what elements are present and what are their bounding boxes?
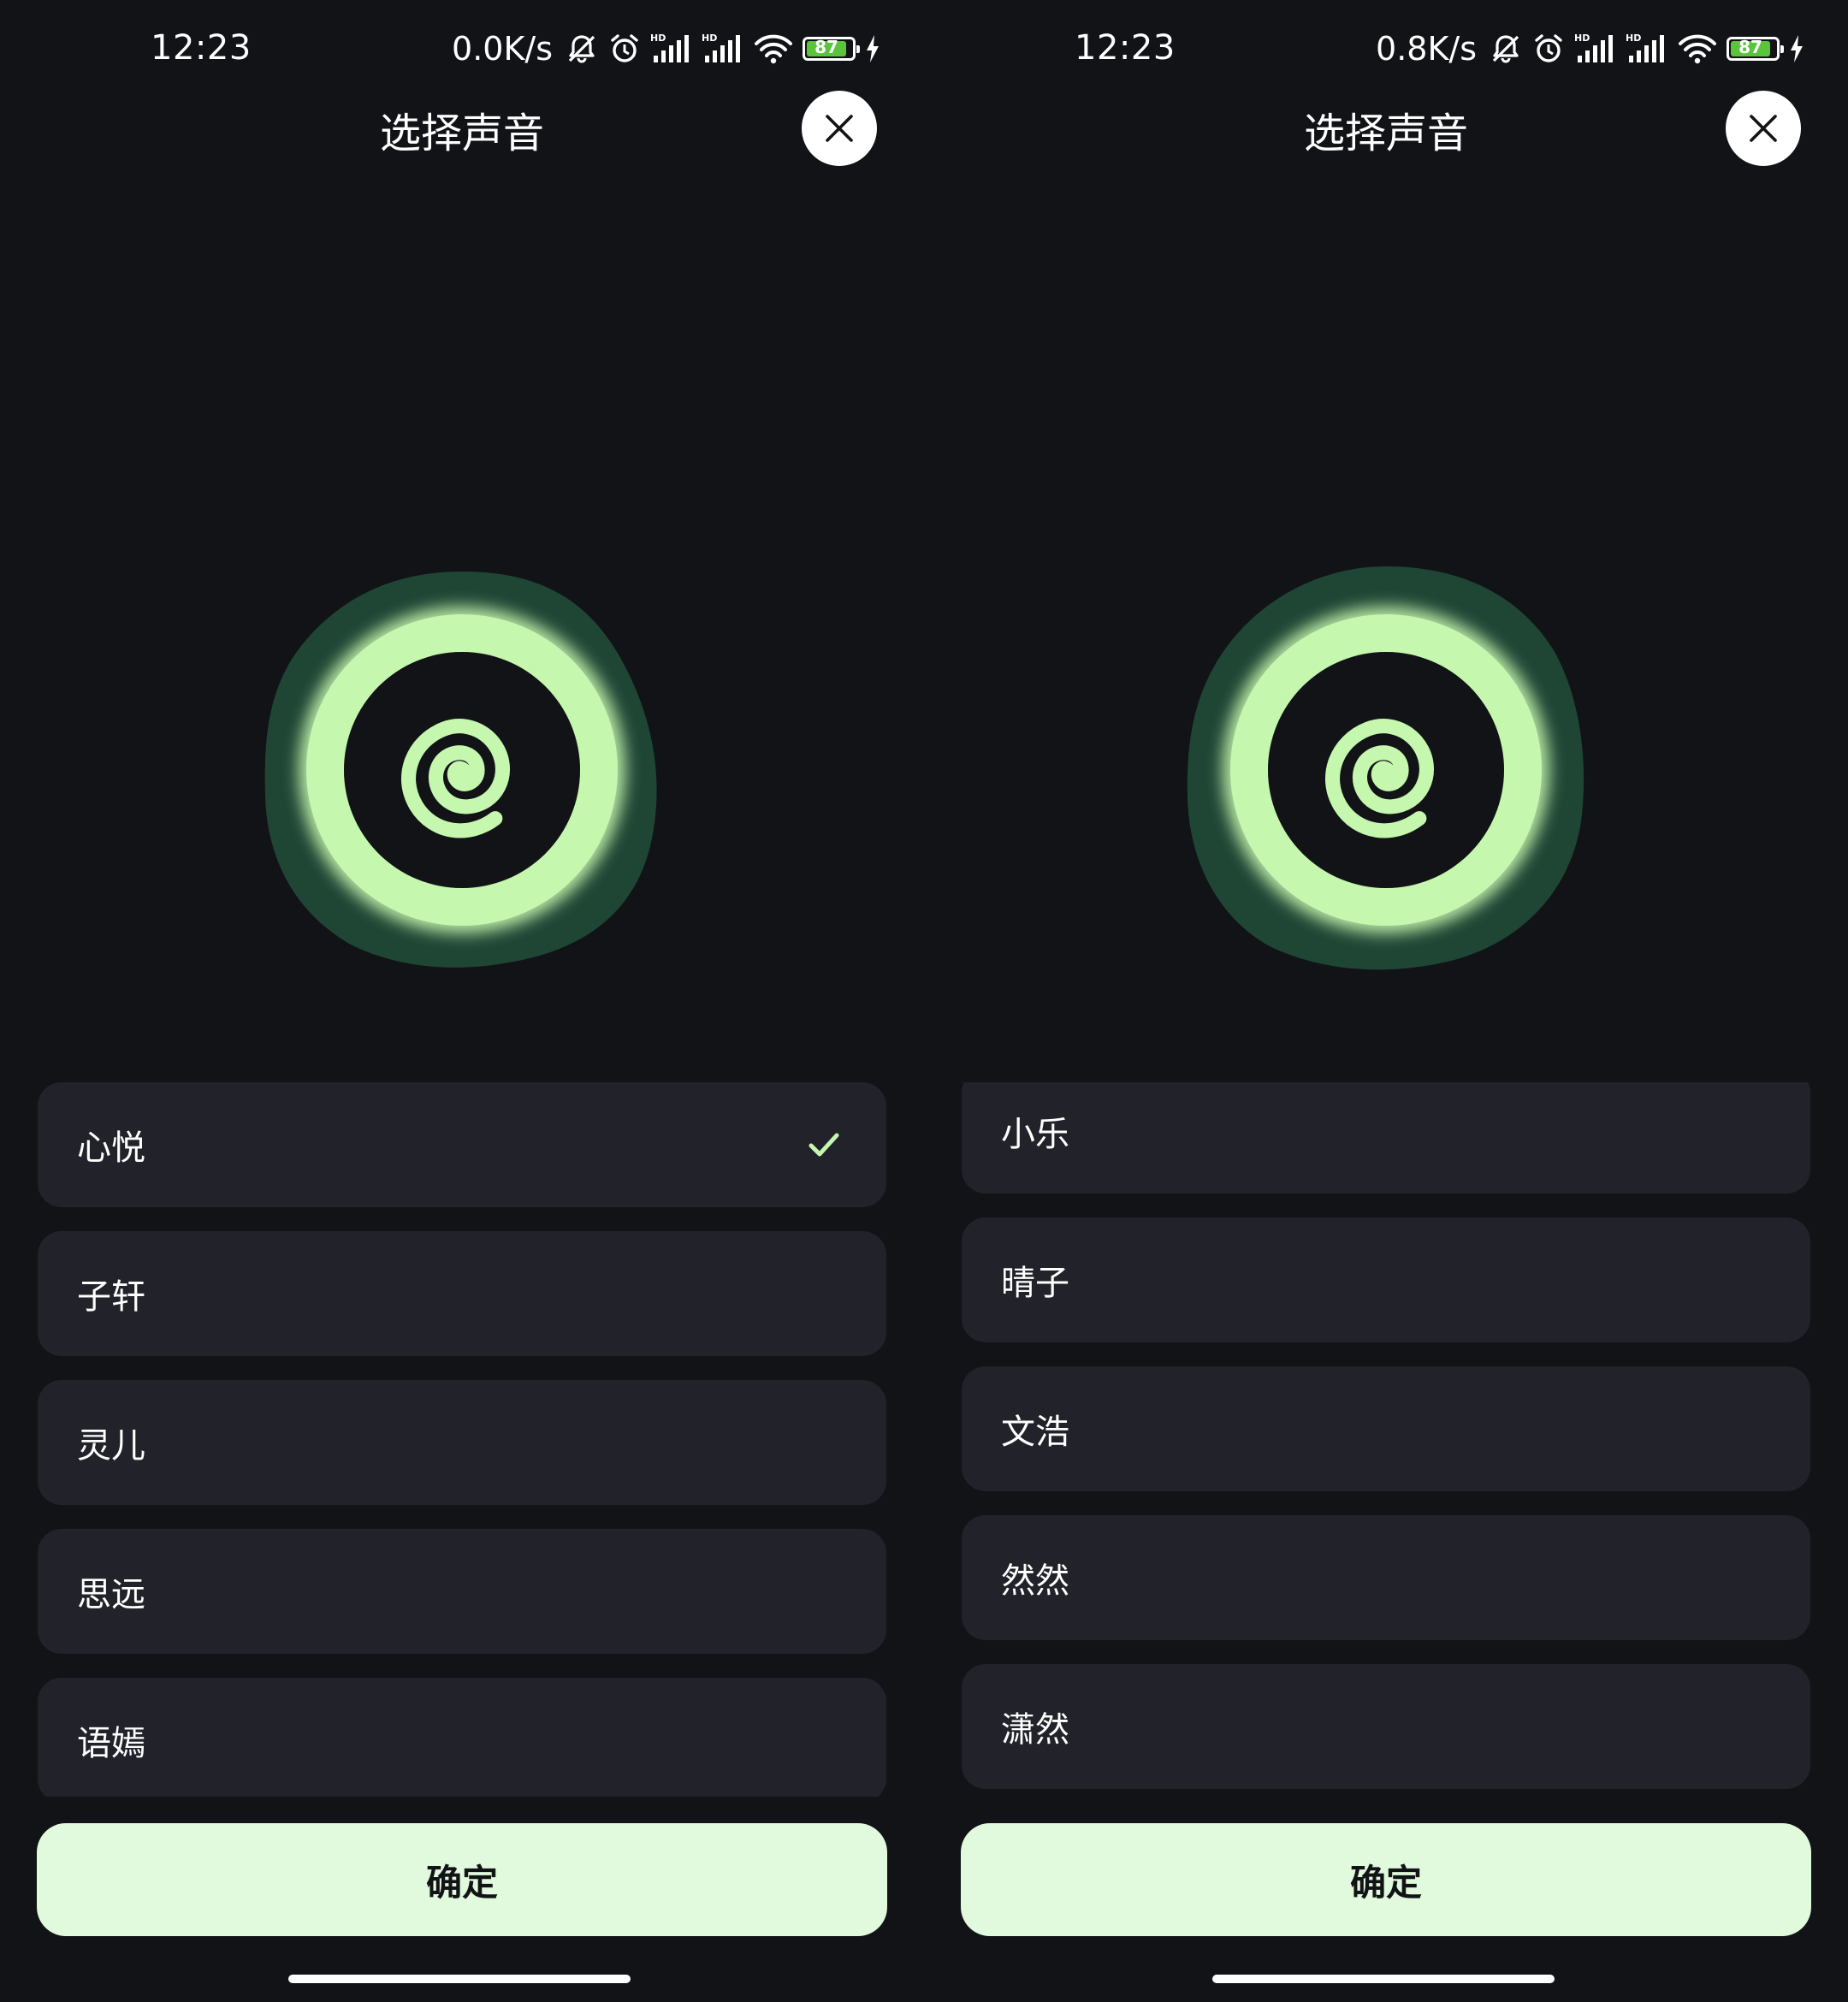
wifi-icon — [753, 32, 794, 66]
check-icon — [808, 1133, 839, 1157]
mute-icon — [1489, 32, 1523, 66]
page-title: 选择声音 — [379, 110, 544, 157]
hd-signal-icon: HD — [1574, 32, 1617, 66]
voice-option[interactable]: 灵儿 — [38, 1380, 886, 1505]
confirm-button[interactable]: 确定 — [961, 1823, 1811, 1936]
battery-level: 87 — [814, 37, 838, 57]
voice-option-label: 灵儿 — [77, 1426, 145, 1466]
battery-level: 87 — [1738, 37, 1762, 57]
voice-option[interactable]: 小乐 — [962, 1082, 1810, 1194]
voice-list-items: 小乐 晴子 文浩 然然 潇然 — [962, 1082, 1810, 1797]
alarm-icon — [1531, 32, 1566, 66]
status-time: 12:23 — [151, 28, 252, 68]
voice-option-selected[interactable]: 心悦 — [38, 1082, 886, 1207]
spiral-voice-icon — [1187, 566, 1584, 970]
voice-option-label: 潇然 — [1001, 1710, 1069, 1750]
confirm-button[interactable]: 确定 — [37, 1823, 887, 1936]
voice-option-label: 晴子 — [1001, 1264, 1069, 1303]
page-title: 选择声音 — [1303, 110, 1468, 157]
voice-option[interactable]: 文浩 — [962, 1366, 1810, 1491]
voice-option[interactable]: 语嫣 — [38, 1678, 886, 1797]
status-time: 12:23 — [1075, 28, 1176, 68]
voice-visualizer — [1181, 565, 1591, 975]
battery-icon: 87 — [1727, 37, 1784, 61]
home-indicator[interactable] — [288, 1975, 631, 1983]
close-button[interactable] — [1726, 91, 1801, 166]
voice-list-items: 心悦 子轩 灵儿 思远 语嫣 — [38, 1082, 886, 1797]
close-icon — [1750, 115, 1777, 142]
hd-signal-icon: HD — [650, 32, 693, 66]
spiral-voice-icon — [264, 572, 657, 968]
voice-picker-screen-left: 12:23 0.0K/s HD HD 87 选择声音 心悦 子轩 灵儿 思远 语… — [0, 0, 924, 2002]
wifi-icon — [1677, 32, 1718, 66]
charging-icon — [1788, 33, 1805, 64]
network-speed: 0.8K/s — [1376, 30, 1477, 68]
status-icons: 0.8K/s HD HD 87 — [1376, 27, 1805, 70]
voice-option[interactable]: 思远 — [38, 1529, 886, 1654]
close-button[interactable] — [802, 91, 877, 166]
svg-text:HD: HD — [1574, 33, 1590, 44]
voice-option[interactable]: 然然 — [962, 1515, 1810, 1640]
svg-text:HD: HD — [650, 33, 666, 44]
voice-option-label: 语嫣 — [77, 1724, 145, 1763]
voice-option-label: 思远 — [77, 1575, 145, 1614]
svg-text:HD: HD — [1626, 33, 1641, 44]
voice-option-label: 子轩 — [77, 1277, 145, 1317]
mute-icon — [565, 32, 599, 66]
voice-option-label: 然然 — [1001, 1561, 1069, 1601]
status-bar: 12:23 0.0K/s HD HD 87 — [0, 0, 924, 103]
close-icon — [826, 115, 853, 142]
voice-option-label: 小乐 — [1001, 1115, 1069, 1154]
alarm-icon — [607, 32, 642, 66]
hd-signal-icon: HD — [1626, 32, 1668, 66]
voice-visualizer — [257, 565, 667, 975]
charging-icon — [864, 33, 881, 64]
voice-list[interactable]: 小乐 晴子 文浩 然然 潇然 — [962, 1082, 1810, 1797]
voice-option-label: 心悦 — [77, 1128, 145, 1168]
status-bar: 12:23 0.8K/s HD HD 87 — [924, 0, 1848, 103]
svg-text:HD: HD — [702, 33, 717, 44]
network-speed: 0.0K/s — [452, 30, 553, 68]
hd-signal-icon: HD — [702, 32, 744, 66]
voice-option[interactable]: 晴子 — [962, 1217, 1810, 1342]
home-indicator[interactable] — [1212, 1975, 1555, 1983]
status-icons: 0.0K/s HD HD 87 — [452, 27, 881, 70]
voice-picker-screen-right: 12:23 0.8K/s HD HD 87 选择声音 小乐 晴子 文浩 然然 潇… — [924, 0, 1848, 2002]
battery-icon: 87 — [803, 37, 860, 61]
voice-list[interactable]: 心悦 子轩 灵儿 思远 语嫣 — [38, 1082, 886, 1797]
voice-option-label: 文浩 — [1001, 1413, 1069, 1452]
voice-option[interactable]: 潇然 — [962, 1664, 1810, 1789]
voice-option[interactable]: 子轩 — [38, 1231, 886, 1356]
